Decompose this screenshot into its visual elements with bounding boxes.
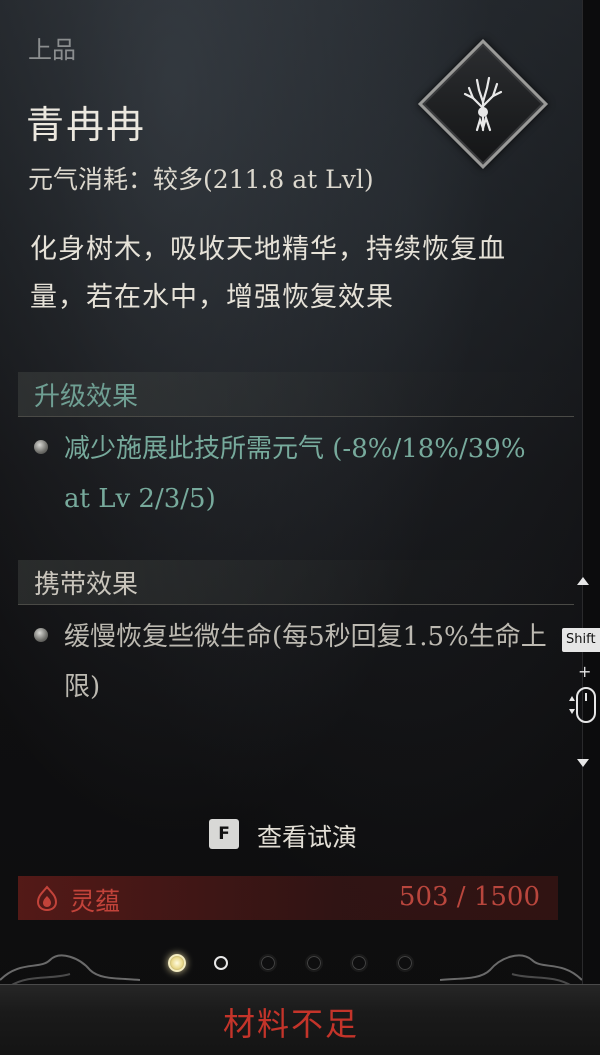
bullet-icon bbox=[34, 628, 48, 642]
resource-bar: 灵蕴 503 / 1500 bbox=[18, 876, 558, 920]
upgrade-section-header: 升级效果 bbox=[18, 372, 574, 417]
page-indicator bbox=[0, 940, 582, 984]
resource-name: 灵蕴 bbox=[70, 887, 121, 916]
mouse-scroll-icon bbox=[569, 687, 596, 723]
tree-spirit-icon bbox=[463, 76, 503, 132]
skill-grade: 上品 bbox=[28, 36, 76, 64]
page-dot[interactable] bbox=[395, 954, 414, 972]
plus-icon: + bbox=[578, 662, 592, 681]
scroll-down-icon[interactable] bbox=[576, 756, 590, 770]
skill-title: 青冉冉 bbox=[26, 103, 147, 147]
flame-icon bbox=[36, 885, 58, 912]
bullet-icon bbox=[34, 440, 48, 454]
resource-count: 503 / 1500 bbox=[398, 882, 540, 912]
view-preview-label: 查看试演 bbox=[257, 823, 358, 852]
page-dot[interactable] bbox=[304, 954, 323, 972]
carry-heading: 携带效果 bbox=[34, 570, 139, 600]
carry-section-header: 携带效果 bbox=[18, 560, 574, 605]
skill-icon bbox=[417, 38, 549, 170]
page-dot[interactable] bbox=[213, 956, 228, 970]
upgrade-effect-text: 减少施展此技所需元气 (-8%/18%/39% at Lv 2/3/5) bbox=[64, 434, 526, 514]
page-dot[interactable] bbox=[168, 954, 186, 972]
scroll-up-icon[interactable] bbox=[576, 574, 590, 588]
action-bar[interactable]: 材料不足 bbox=[0, 984, 600, 1055]
page-dot[interactable] bbox=[259, 954, 277, 972]
page-dot[interactable] bbox=[350, 954, 368, 972]
upgrade-heading: 升级效果 bbox=[34, 382, 139, 412]
shift-key-icon: Shift bbox=[562, 628, 600, 652]
insufficient-materials-button[interactable]: 材料不足 bbox=[0, 999, 582, 1045]
skill-detail-panel: 上品 青冉冉 元气消耗：较多(211.8 at Lvl) 化身树木，吸收天地精华… bbox=[0, 0, 583, 1054]
f-key-icon: F bbox=[209, 819, 239, 849]
carry-effect-text: 缓慢恢复些微生命(每5秒回复1.5%生命上限) bbox=[64, 622, 547, 702]
mana-cost: 元气消耗：较多(211.8 at Lvl) bbox=[28, 165, 374, 194]
skill-description: 化身树木，吸收天地精华，持续恢复血量，若在水中，增强恢复效果 bbox=[30, 234, 506, 313]
